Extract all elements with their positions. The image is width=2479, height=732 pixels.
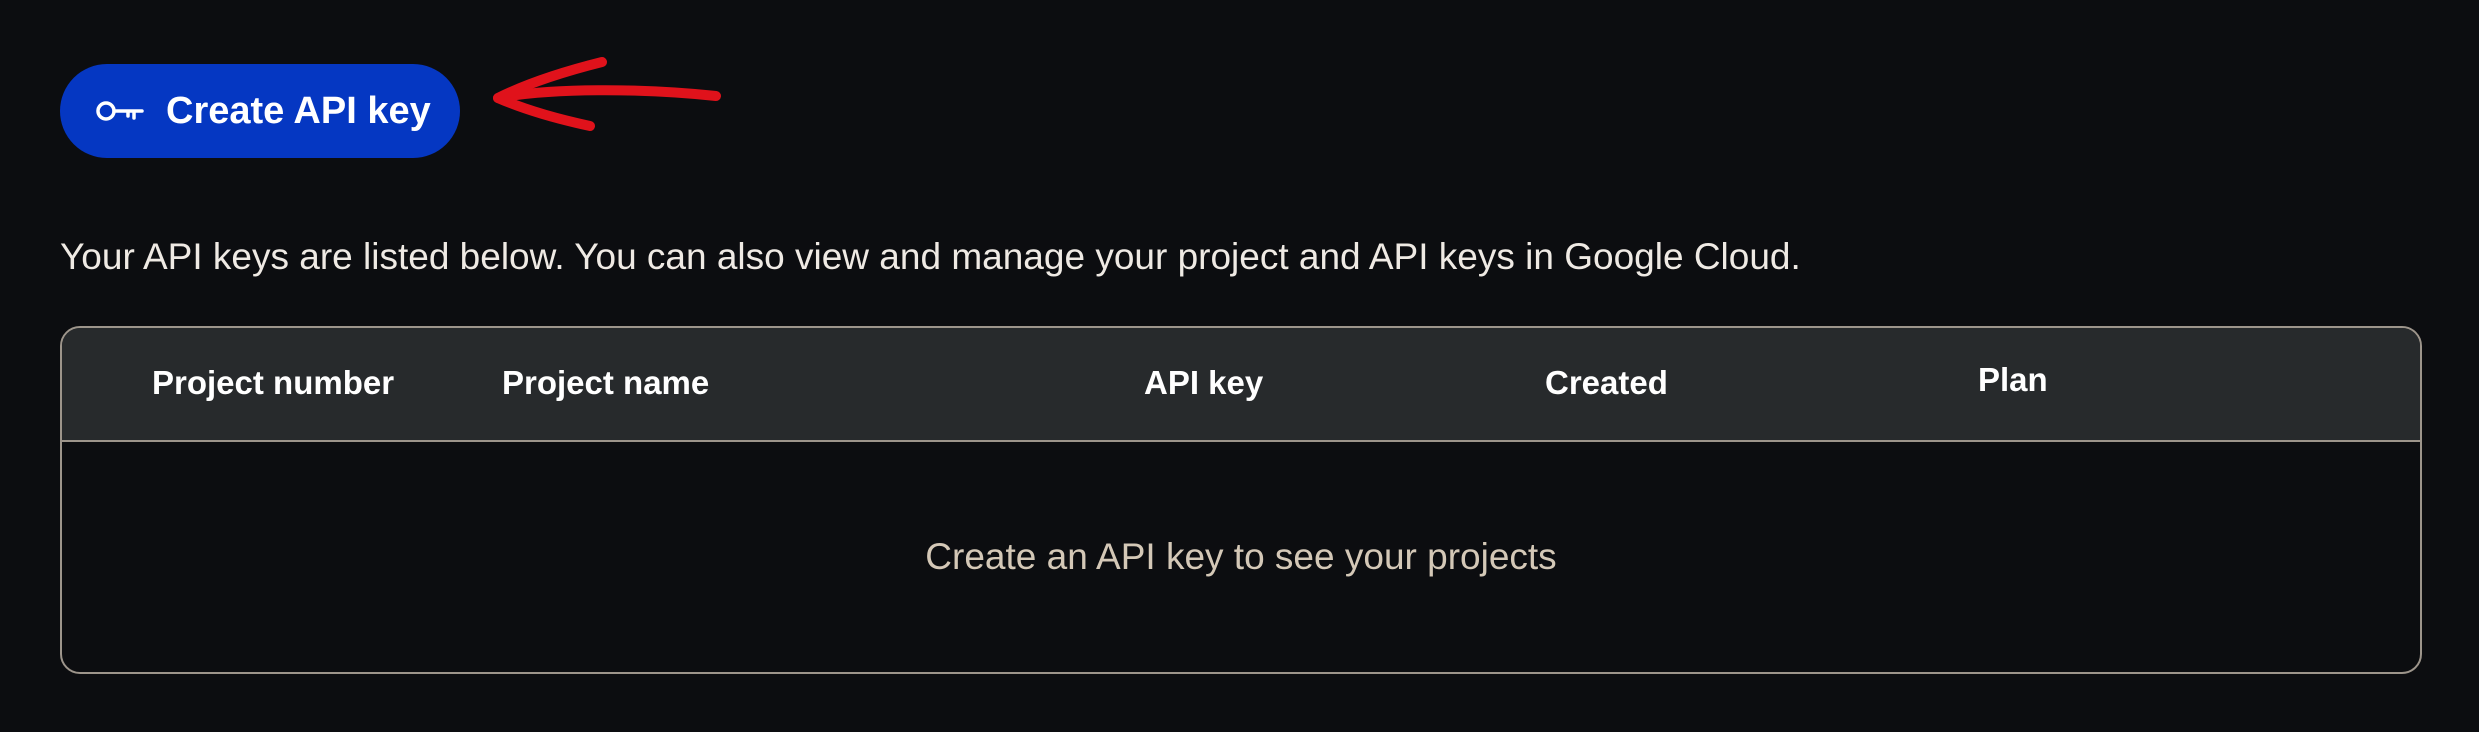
column-header-project-number: Project number — [152, 364, 395, 401]
key-icon — [96, 101, 144, 121]
column-header-api-key: API key — [1144, 364, 1264, 401]
api-keys-description: Your API keys are listed below. You can … — [60, 236, 1801, 277]
empty-state-message: Create an API key to see your projects — [925, 536, 1557, 577]
column-header-plan: Plan — [1978, 361, 2048, 398]
api-keys-table: Project number Project name API key Crea… — [60, 326, 2422, 674]
create-api-key-button[interactable]: Create API key — [60, 64, 460, 158]
red-arrow-annotation — [493, 57, 721, 131]
create-api-key-label: Create API key — [166, 89, 431, 132]
column-header-created: Created — [1545, 364, 1668, 401]
table-header: Project number Project name API key Crea… — [62, 328, 2420, 442]
column-header-project-name: Project name — [502, 364, 710, 401]
